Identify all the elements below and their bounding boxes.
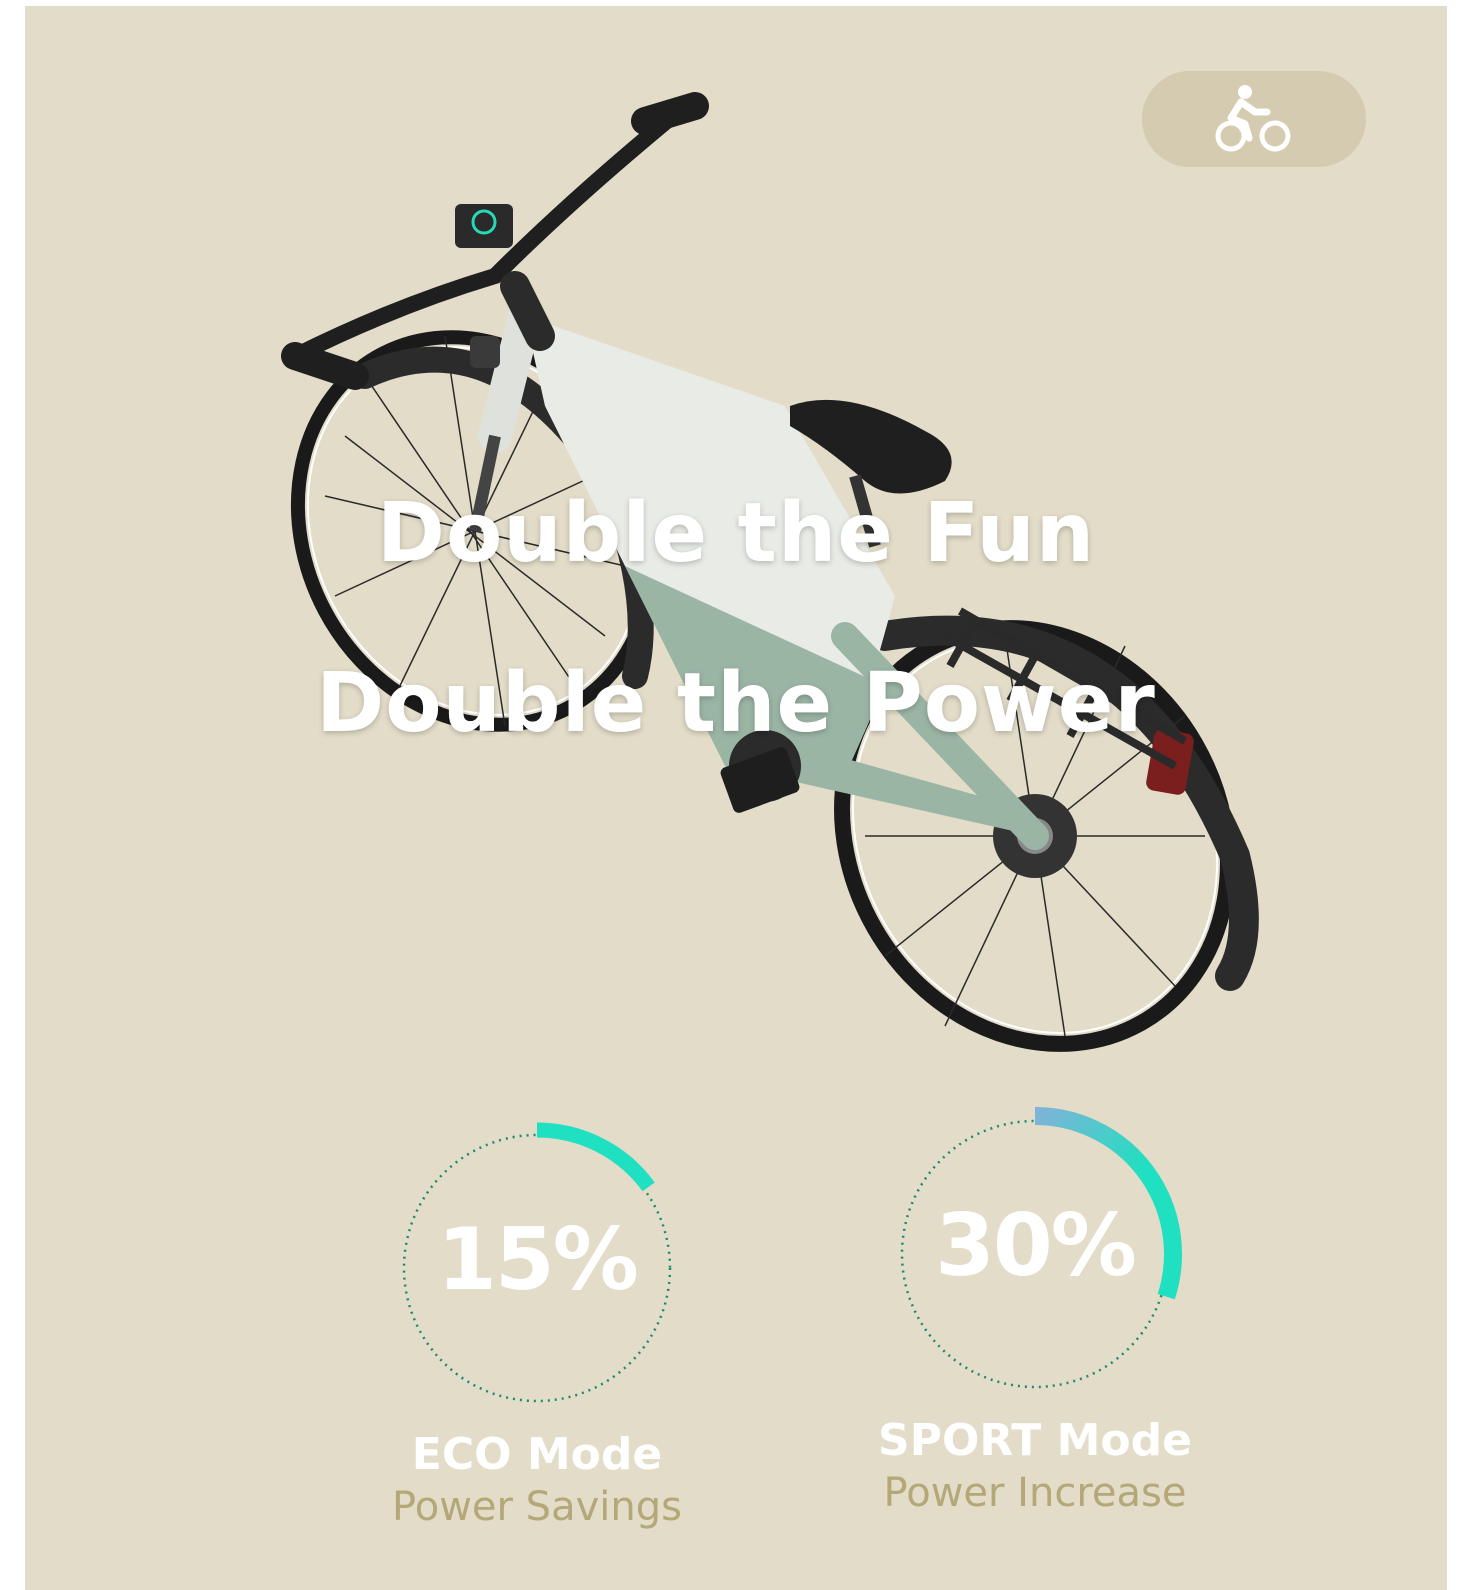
cyclist-icon (1215, 85, 1291, 152)
eco-mode-title: ECO Mode (411, 1429, 663, 1480)
eco-progress-arc (536, 1122, 655, 1192)
eco-mode-stat: 15% ECO Mode Power Savings (347, 1118, 727, 1532)
headline-line-1: Double the Fun (376, 486, 1096, 581)
sport-percent: 30% (935, 1196, 1137, 1296)
e-bike-image (281, 92, 1259, 1052)
handlebar (281, 92, 709, 390)
eco-progress-ring: 15% (387, 1118, 687, 1418)
eco-mode-subtitle: Power Savings (392, 1484, 682, 1530)
sport-mode-title: SPORT Mode (878, 1415, 1192, 1466)
headline-line-2: Double the Power (316, 656, 1156, 751)
eco-percent: 15% (437, 1210, 639, 1310)
mode-toggle-button[interactable] (1142, 71, 1366, 167)
sport-mode-stat: 30% SPORT Mode Power Increase (845, 1104, 1225, 1518)
promo-panel: Double the Fun Double the Power 15% ECO … (25, 6, 1447, 1590)
sport-progress-ring: 30% (885, 1104, 1185, 1404)
sport-mode-subtitle: Power Increase (883, 1470, 1187, 1516)
